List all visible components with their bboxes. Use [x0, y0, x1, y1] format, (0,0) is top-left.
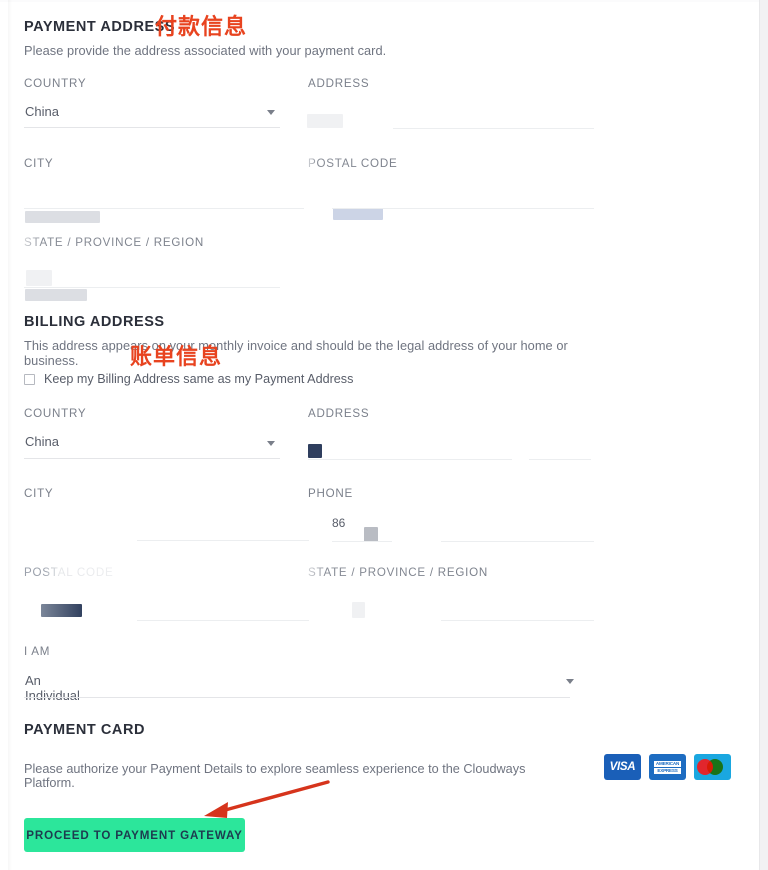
redacted-block — [352, 602, 365, 618]
visa-icon: VISA — [604, 754, 641, 780]
billing-country-label: COUNTRY — [24, 407, 87, 420]
payment-postal-field[interactable]: POSTAL CODE — [308, 157, 594, 220]
billing-phone-underline-2 — [441, 541, 594, 542]
redacted-block — [364, 527, 378, 542]
page-scrollbar[interactable] — [759, 0, 768, 870]
chevron-down-icon[interactable] — [267, 441, 275, 446]
billing-city-label: CITY — [24, 487, 54, 500]
payment-form-page: PAYMENT ADDRESS 付款信息 Please provide the … — [0, 0, 768, 870]
mastercard-icon — [694, 754, 731, 780]
billing-address-heading: BILLING ADDRESS — [24, 314, 165, 330]
billing-address-underline — [308, 459, 512, 460]
billing-phone-field[interactable]: PHONE 86 — [308, 487, 594, 542]
payment-state-field[interactable]: STATE / PROVINCE / REGION — [24, 236, 280, 301]
chevron-down-icon[interactable] — [566, 679, 574, 684]
chevron-down-icon[interactable] — [267, 110, 275, 115]
billing-state-underline — [441, 620, 594, 621]
visa-logo-text: VISA — [609, 761, 636, 773]
billing-phone-underline — [332, 541, 392, 542]
billing-country-value: China — [25, 434, 59, 449]
redacted-block — [333, 208, 383, 220]
billing-address-label: ADDRESS — [308, 407, 370, 420]
billing-state-label: STATE / PROVINCE / REGION — [308, 566, 489, 579]
billing-postal-label: POSTAL CODE — [24, 566, 114, 579]
payment-address-field[interactable]: ADDRESS — [307, 77, 594, 129]
billing-address-annotation-cn: 账单信息 — [130, 345, 223, 370]
redacted-block — [307, 114, 343, 128]
payment-card-heading: PAYMENT CARD — [24, 722, 145, 738]
i-am-underline — [24, 697, 570, 698]
payment-city-underline — [24, 208, 304, 209]
top-hairline — [0, 0, 759, 2]
billing-phone-prefix: 86 — [332, 516, 346, 530]
amex-logo-line2: EXPRESS — [654, 767, 681, 774]
payment-state-underline — [24, 287, 280, 288]
billing-postal-field[interactable]: POSTAL CODE — [24, 566, 309, 621]
redacted-block — [25, 211, 100, 223]
billing-country-field[interactable]: COUNTRY China — [24, 407, 280, 459]
billing-address-field[interactable]: ADDRESS — [308, 407, 591, 460]
billing-city-field[interactable]: CITY — [24, 487, 309, 541]
payment-postal-label: POSTAL CODE — [308, 157, 398, 170]
same-address-checkbox-row[interactable]: Keep my Billing Address same as my Payme… — [24, 372, 353, 386]
redacted-block — [25, 289, 87, 301]
amex-logo-line1: AMERICAN — [654, 760, 681, 767]
proceed-to-payment-gateway-button[interactable]: PROCEED TO PAYMENT GATEWAY — [24, 818, 245, 852]
payment-country-underline — [24, 127, 280, 128]
same-address-checkbox[interactable] — [24, 373, 35, 385]
billing-country-underline — [24, 458, 280, 459]
redacted-block — [308, 444, 322, 458]
billing-address-underline-2 — [529, 459, 591, 460]
billing-address-description: This address appears on your monthly inv… — [24, 338, 568, 368]
accepted-card-logos: VISA AMERICAN EXPRESS — [604, 754, 731, 780]
i-am-field[interactable]: I AM An Individual — [24, 645, 574, 703]
billing-phone-label: PHONE — [308, 487, 353, 500]
payment-address-underline — [393, 128, 594, 129]
redacted-block — [26, 270, 52, 286]
billing-city-underline — [137, 540, 309, 541]
payment-address-annotation-cn: 付款信息 — [155, 15, 248, 40]
payment-country-field[interactable]: COUNTRY China — [24, 77, 280, 128]
same-address-label: Keep my Billing Address same as my Payme… — [44, 372, 354, 386]
payment-city-field[interactable]: CITY — [24, 157, 304, 223]
billing-state-field[interactable]: STATE / PROVINCE / REGION — [308, 566, 594, 621]
payment-city-label: CITY — [24, 157, 54, 170]
payment-country-label: COUNTRY — [24, 77, 87, 90]
payment-state-label: STATE / PROVINCE / REGION — [24, 236, 205, 249]
payment-postal-underline — [332, 208, 594, 209]
i-am-label: I AM — [24, 645, 51, 658]
payment-address-description: Please provide the address associated wi… — [24, 43, 387, 58]
i-am-value: An Individual — [25, 673, 80, 703]
payment-country-value: China — [25, 104, 59, 119]
payment-address-heading: PAYMENT ADDRESS — [24, 19, 176, 35]
payment-address-label: ADDRESS — [308, 77, 370, 90]
amex-icon: AMERICAN EXPRESS — [649, 754, 686, 780]
card-edge-left — [8, 0, 12, 870]
mastercard-yellow-circle — [707, 759, 723, 775]
payment-card-note: Please authorize your Payment Details to… — [24, 762, 526, 790]
billing-postal-underline — [137, 620, 309, 621]
redacted-block — [41, 604, 82, 617]
